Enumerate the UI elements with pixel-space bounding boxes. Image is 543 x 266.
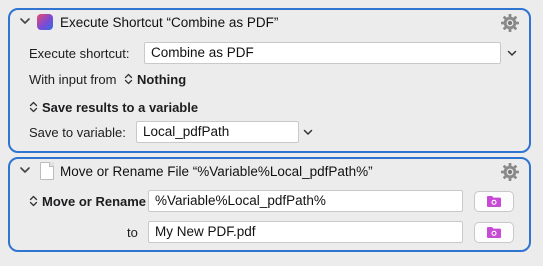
variable-dropdown-chevron-icon[interactable]: [303, 129, 313, 136]
input-from-label: With input from: [29, 72, 117, 87]
action-header[interactable]: Execute Shortcut “Combine as PDF”: [10, 10, 529, 36]
file-icon: [40, 162, 54, 180]
updown-chevron-icon: [29, 101, 38, 113]
action-execute-shortcut[interactable]: Execute Shortcut “Combine as PDF” Execut…: [8, 8, 531, 153]
input-source-value: Nothing: [137, 72, 187, 87]
folder-icon: [487, 196, 501, 207]
save-results-label: Save results to a variable: [42, 100, 199, 115]
operation-popup[interactable]: Move or Rename: [29, 194, 146, 209]
action-move-rename-file[interactable]: Move or Rename File “%Variable%Local_pdf…: [8, 157, 531, 252]
shortcut-dropdown-chevron-icon[interactable]: [507, 50, 517, 57]
action-header[interactable]: Move or Rename File “%Variable%Local_pdf…: [10, 159, 529, 185]
updown-chevron-icon: [124, 73, 133, 85]
input-source-popup[interactable]: Nothing: [120, 72, 186, 87]
collapse-chevron-icon[interactable]: [19, 15, 31, 27]
to-label: to: [127, 225, 138, 240]
variable-name-field[interactable]: Local_pdfPath: [136, 121, 299, 143]
gear-icon[interactable]: [500, 13, 520, 33]
operation-value: Move or Rename: [42, 194, 147, 209]
folder-icon: [487, 227, 501, 238]
gear-icon[interactable]: [500, 162, 520, 182]
collapse-chevron-icon[interactable]: [19, 164, 31, 176]
choose-source-folder-button[interactable]: [474, 191, 514, 212]
input-from-row: With input from Nothing: [29, 72, 186, 87]
choose-destination-folder-button[interactable]: [474, 222, 514, 243]
save-to-variable-label: Save to variable:: [29, 125, 126, 140]
save-results-popup[interactable]: Save results to a variable: [29, 100, 198, 115]
updown-chevron-icon: [29, 195, 38, 207]
action-title: Execute Shortcut “Combine as PDF”: [60, 15, 279, 30]
source-path-field[interactable]: %Variable%Local_pdfPath%: [148, 190, 463, 212]
shortcut-name-field[interactable]: Combine as PDF: [144, 42, 501, 64]
action-title: Move or Rename File “%Variable%Local_pdf…: [60, 164, 373, 179]
destination-path-field[interactable]: My New PDF.pdf: [148, 221, 463, 243]
shortcuts-app-icon: [37, 14, 53, 30]
execute-shortcut-label: Execute shortcut:: [29, 46, 130, 61]
